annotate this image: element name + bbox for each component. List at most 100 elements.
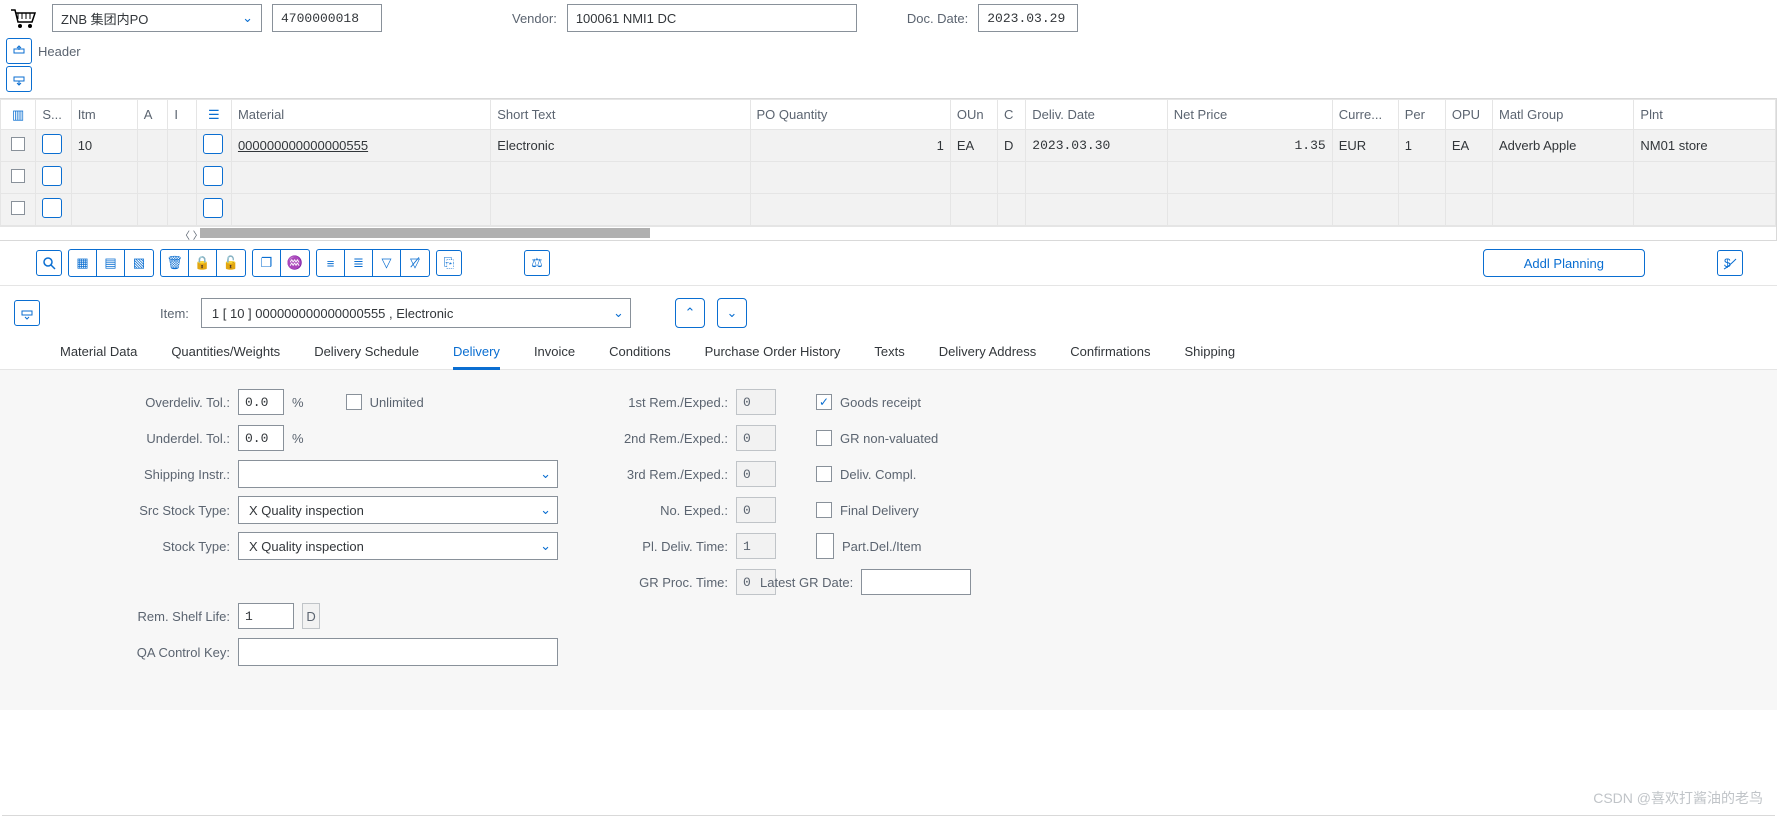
doc-type-text: ZNB 集团内PO	[61, 9, 238, 28]
vendor-input[interactable]: 100061 NMI1 DC	[567, 4, 857, 32]
tab-invoice[interactable]: Invoice	[534, 336, 575, 369]
col-matl-group[interactable]: Matl Group	[1493, 100, 1634, 130]
detail-button[interactable]	[36, 250, 62, 276]
latest-gr-input[interactable]	[861, 569, 971, 595]
col-ind-icon[interactable]: ☰	[196, 100, 231, 130]
pricing-button[interactable]: $	[1717, 250, 1743, 276]
row-status-input[interactable]	[42, 198, 62, 218]
row-checkbox[interactable]	[11, 169, 25, 183]
copy-group: ❐ ♒	[252, 249, 310, 277]
delivery-col-2: 1st Rem./Exped.:0 2nd Rem./Exped.:0 3rd …	[598, 388, 776, 710]
rem2-value: 0	[736, 425, 776, 451]
rem1-value: 0	[736, 389, 776, 415]
horizontal-scrollbar[interactable]: 〈 〉	[0, 226, 1776, 240]
filter-off-button[interactable]: ▽̸	[401, 250, 429, 276]
doc-type-combo[interactable]: ZNB 集团内PO ⌄	[52, 4, 262, 32]
stock-select[interactable]: X Quality inspection⌄	[238, 532, 558, 560]
tab-confirmations[interactable]: Confirmations	[1070, 336, 1150, 369]
row-ind-input[interactable]	[203, 134, 223, 154]
col-per[interactable]: Per	[1398, 100, 1445, 130]
col-itm[interactable]: Itm	[71, 100, 137, 130]
col-net-price[interactable]: Net Price	[1167, 100, 1332, 130]
tab-delivery-address[interactable]: Delivery Address	[939, 336, 1037, 369]
tab-shipping[interactable]: Shipping	[1185, 336, 1236, 369]
settings-button[interactable]: ⎘	[436, 250, 462, 276]
deliv-compl-checkbox[interactable]	[816, 466, 832, 482]
row-checkbox[interactable]	[11, 137, 25, 151]
underdel-input[interactable]: 0.0	[238, 425, 284, 451]
gr-nonval-checkbox[interactable]	[816, 430, 832, 446]
tab-delivery-schedule[interactable]: Delivery Schedule	[314, 336, 419, 369]
material-link[interactable]: 000000000000000555	[238, 138, 368, 153]
edit-group: 🗑 🔒 🔓	[160, 249, 246, 277]
sort-desc-button[interactable]: ≣	[345, 250, 373, 276]
noexp-value: 0	[736, 497, 776, 523]
tab-delivery[interactable]: Delivery	[453, 336, 500, 369]
row-checkbox[interactable]	[11, 201, 25, 215]
filter-button[interactable]: ▽	[373, 250, 401, 276]
unlock-button[interactable]: 🔓	[217, 250, 245, 276]
watermark-text: CSDN @喜欢打酱油的老鸟	[1593, 788, 1763, 808]
tab-quantities-weights[interactable]: Quantities/Weights	[171, 336, 280, 369]
col-po-qty[interactable]: PO Quantity	[750, 100, 950, 130]
item-select[interactable]: 1 [ 10 ] 000000000000000555 , Electronic…	[201, 298, 631, 328]
col-plnt[interactable]: Plnt	[1634, 100, 1776, 130]
item-tabs: Material Data Quantities/Weights Delivery …	[0, 336, 1777, 370]
lock-button[interactable]: 🔒	[189, 250, 217, 276]
tab-purchase-order-history[interactable]: Purchase Order History	[705, 336, 841, 369]
col-curr[interactable]: Curre...	[1332, 100, 1398, 130]
collapse-button[interactable]	[6, 66, 32, 92]
row-status-input[interactable]	[42, 166, 62, 186]
row-status-input[interactable]	[42, 134, 62, 154]
addl-planning-button[interactable]: Addl Planning	[1483, 249, 1645, 277]
col-material[interactable]: Material	[231, 100, 490, 130]
col-c[interactable]: C	[998, 100, 1026, 130]
collapse-item-button[interactable]	[14, 300, 40, 326]
item-next-button[interactable]: ⌄	[717, 298, 747, 328]
final-deliv-checkbox[interactable]	[816, 502, 832, 518]
table-row[interactable]	[1, 194, 1776, 226]
scroll-thumb[interactable]	[200, 228, 650, 238]
col-oun[interactable]: OUn	[950, 100, 997, 130]
header-text: Header	[38, 44, 81, 59]
col-opu[interactable]: OPU	[1445, 100, 1492, 130]
overdeliv-input[interactable]: 0.0	[238, 389, 284, 415]
row-ind-input[interactable]	[203, 166, 223, 186]
item-prev-button[interactable]: ⌃	[675, 298, 705, 328]
qa-select[interactable]	[238, 638, 558, 666]
table-row[interactable]: 10 000000000000000555 Electronic 1 EA D …	[1, 130, 1776, 162]
unlimited-checkbox[interactable]	[346, 394, 362, 410]
layout2-button[interactable]: ▤	[97, 250, 125, 276]
row-ind-input[interactable]	[203, 198, 223, 218]
tab-texts[interactable]: Texts	[874, 336, 904, 369]
layout3-button[interactable]: ▧	[125, 250, 153, 276]
col-a[interactable]: A	[137, 100, 168, 130]
delete-button[interactable]: 🗑	[161, 250, 189, 276]
rem-shelf-input[interactable]: 1	[238, 603, 294, 629]
tab-conditions[interactable]: Conditions	[609, 336, 670, 369]
src-stock-select[interactable]: X Quality inspection⌄	[238, 496, 558, 524]
col-settings-icon[interactable]: ▥	[1, 100, 36, 130]
tab-material-data[interactable]: Material Data	[60, 336, 137, 369]
hierarchy-button[interactable]: ♒	[281, 250, 309, 276]
expand-header-button[interactable]	[6, 38, 32, 64]
col-s[interactable]: S...	[36, 100, 71, 130]
filter-group: ≡ ≣ ▽ ▽̸	[316, 249, 430, 277]
sort-button[interactable]: ≡	[317, 250, 345, 276]
doc-date-input[interactable]: 2023.03.29	[978, 4, 1078, 32]
part-del-input[interactable]	[816, 533, 834, 559]
col-short-text[interactable]: Short Text	[491, 100, 750, 130]
shipping-instr-select[interactable]: ⌄	[238, 460, 558, 488]
po-number-input[interactable]: 4700000018	[272, 4, 382, 32]
rem3-value: 0	[736, 461, 776, 487]
goods-receipt-checkbox[interactable]: ✓	[816, 394, 832, 410]
chevron-down-icon: ⌄	[540, 502, 551, 518]
table-row[interactable]	[1, 162, 1776, 194]
balance-button[interactable]: ⚖	[524, 250, 550, 276]
items-table: ▥ S... Itm A I ☰ Material Short Text PO …	[0, 98, 1777, 241]
col-deliv-date[interactable]: Deliv. Date	[1026, 100, 1167, 130]
copy-button[interactable]: ❐	[253, 250, 281, 276]
col-i[interactable]: I	[168, 100, 196, 130]
chevron-down-icon: ⌄	[238, 10, 257, 26]
layout1-button[interactable]: ▦	[69, 250, 97, 276]
